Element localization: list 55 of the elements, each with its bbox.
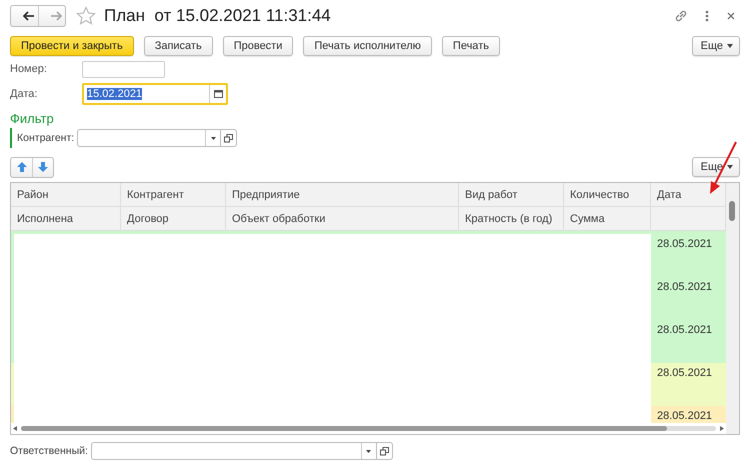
column-header[interactable]: Кратность (в год) xyxy=(465,212,552,224)
scroll-right-icon[interactable] xyxy=(720,426,724,431)
field-label: Ответственный: xyxy=(10,444,89,458)
toolbar-button[interactable]: Печать исполнителю xyxy=(303,36,432,56)
caret-icon xyxy=(727,44,733,48)
up-arrow-icon xyxy=(16,162,26,172)
more-icon[interactable] xyxy=(704,9,710,23)
column-header[interactable]: Контрагент xyxy=(127,188,184,200)
more-button[interactable]: Еще xyxy=(692,157,740,177)
date-cell: 28.05.2021 xyxy=(651,406,726,423)
star-icon[interactable] xyxy=(76,6,96,26)
close-icon[interactable] xyxy=(726,11,736,21)
toolbar-button[interactable]: Записать xyxy=(144,36,213,56)
responsible-field[interactable] xyxy=(90,442,377,460)
counterparty-field[interactable] xyxy=(77,129,222,147)
windows-icon xyxy=(224,134,234,142)
dropdown-icon[interactable] xyxy=(210,136,216,140)
column-header[interactable]: Исполнена xyxy=(17,212,74,224)
date-cell: 28.05.2021 xyxy=(651,234,726,277)
more-button[interactable]: Еще xyxy=(692,36,740,56)
dropdown-icon[interactable] xyxy=(366,450,372,452)
column-header[interactable]: Район xyxy=(17,188,48,200)
column-header[interactable]: Предприятие xyxy=(232,188,300,200)
field-label: Номер: xyxy=(10,63,48,75)
toolbar-button[interactable]: Провести и закрыть xyxy=(10,36,134,56)
scroll-left-icon[interactable] xyxy=(13,426,17,431)
date-cell: 28.05.2021 xyxy=(651,320,726,363)
column-header[interactable]: Вид работ xyxy=(465,188,518,200)
column-header[interactable]: Договор xyxy=(127,212,169,224)
toolbar-button[interactable]: Печать xyxy=(442,36,500,56)
calendar-icon[interactable] xyxy=(214,90,222,98)
link-icon[interactable] xyxy=(674,9,688,23)
open-button[interactable] xyxy=(376,442,393,460)
column-header[interactable]: Количество xyxy=(570,188,630,200)
open-button[interactable] xyxy=(221,129,238,147)
column-header[interactable]: Объект обработки xyxy=(232,212,326,224)
windows-icon xyxy=(380,446,389,456)
filter-heading: Фильтр xyxy=(10,111,55,126)
date-cell: 28.05.2021 xyxy=(651,277,726,320)
window-title: План от 15.02.2021 11:31:44 xyxy=(104,6,331,26)
column-header[interactable]: Дата xyxy=(657,188,682,200)
forward-arrow-icon xyxy=(50,11,62,21)
back-arrow-icon xyxy=(22,11,34,21)
input-field[interactable] xyxy=(82,60,165,78)
down-arrow-icon xyxy=(38,162,48,172)
field-label: Контрагент: xyxy=(17,132,76,144)
date-field[interactable]: 15.02.2021 xyxy=(82,83,228,105)
horizontal-scrollbar[interactable] xyxy=(21,426,668,431)
caret-icon xyxy=(727,165,733,169)
field-value: 15.02.2021 xyxy=(87,88,142,100)
column-header[interactable]: Сумма xyxy=(570,212,605,224)
date-cell: 28.05.2021 xyxy=(651,363,726,406)
field-label: Дата: xyxy=(10,88,38,100)
toolbar-button[interactable]: Провести xyxy=(222,36,294,56)
vertical-scrollbar[interactable] xyxy=(729,201,735,221)
